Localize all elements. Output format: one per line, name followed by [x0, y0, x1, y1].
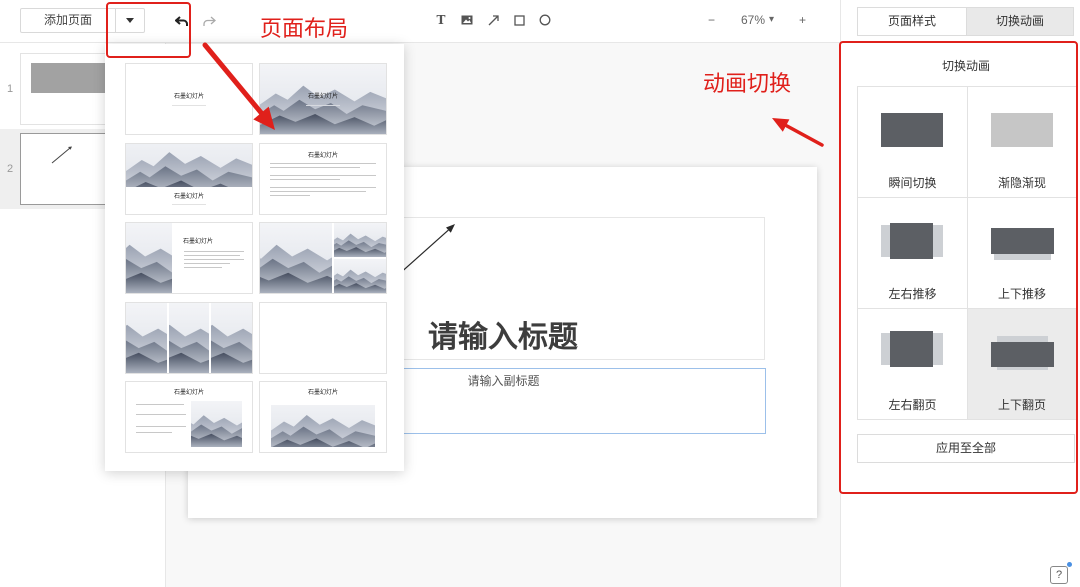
- slide-number: 1: [7, 83, 14, 95]
- text-line: [184, 259, 244, 260]
- layout-thumbnail[interactable]: [125, 302, 253, 374]
- mountain-image: [126, 303, 167, 373]
- rectangle-tool-icon[interactable]: [512, 12, 526, 28]
- layout-thumbnail-title: 石墨幻灯片: [173, 390, 204, 396]
- layout-thumbnail[interactable]: [259, 222, 387, 294]
- mountain-image: [191, 401, 242, 447]
- text-line: [136, 414, 186, 415]
- tab-transition[interactable]: 切换动画: [966, 7, 1074, 36]
- layout-popup: 石墨幻灯片 石墨幻灯片 石墨幻灯片 石墨幻灯片 石墨幻灯片 石墨幻灯片 石墨幻灯…: [105, 44, 404, 471]
- layout-thumbnail[interactable]: 石墨幻灯片: [259, 143, 387, 215]
- mountain-image: [334, 259, 386, 293]
- mountain-image: [334, 223, 386, 257]
- text-line: [306, 105, 340, 106]
- text-line: [172, 204, 206, 205]
- image-tool-icon[interactable]: [460, 12, 474, 28]
- layout-thumbnail-title: 石墨幻灯片: [307, 390, 338, 396]
- arrow-tool-icon[interactable]: [486, 12, 500, 28]
- annotation-layout-label: 页面布局: [260, 16, 349, 41]
- text-line: [136, 432, 172, 433]
- mountain-image: [211, 303, 252, 373]
- annotation-box-layout-dropdown: [106, 2, 191, 58]
- layout-thumbnail-blank[interactable]: [259, 302, 387, 374]
- redo-icon[interactable]: [202, 13, 216, 29]
- text-line: [136, 404, 184, 405]
- layout-thumbnail-title: 石墨幻灯片: [173, 194, 204, 200]
- mountain-image: [169, 303, 209, 373]
- annotation-box-transition-panel: [839, 41, 1078, 494]
- text-line: [184, 255, 240, 256]
- layout-thumbnail-title: 石墨幻灯片: [182, 239, 213, 245]
- layout-thumbnail[interactable]: 石墨幻灯片: [259, 63, 387, 135]
- text-line: [270, 175, 376, 176]
- zoom-caret-icon[interactable]: ▾: [769, 13, 774, 27]
- mountain-image: [260, 223, 332, 293]
- tab-page-style[interactable]: 页面样式: [857, 7, 967, 36]
- text-line: [270, 179, 340, 180]
- mountain-image: [271, 405, 375, 447]
- layout-thumbnail-title: 石墨幻灯片: [173, 94, 204, 100]
- layout-thumbnail[interactable]: 石墨幻灯片: [125, 381, 253, 453]
- layout-thumbnail[interactable]: 石墨幻灯片: [125, 143, 253, 215]
- text-line: [172, 105, 206, 106]
- layout-thumbnail[interactable]: 石墨幻灯片: [125, 63, 253, 135]
- add-page-button[interactable]: 添加页面: [20, 8, 116, 33]
- text-line: [270, 191, 366, 192]
- mountain-image: [126, 223, 172, 293]
- zoom-level[interactable]: 67%: [741, 13, 765, 27]
- text-line: [184, 251, 244, 252]
- text-line: [184, 263, 230, 264]
- ellipse-tool-icon[interactable]: [538, 12, 552, 28]
- layout-thumbnail-title: 石墨幻灯片: [307, 94, 338, 100]
- text-tool-icon[interactable]: T: [434, 12, 448, 28]
- zoom-out-button[interactable]: −: [708, 13, 715, 27]
- text-line: [184, 267, 222, 268]
- layout-thumbnail[interactable]: 石墨幻灯片: [259, 381, 387, 453]
- text-line: [136, 426, 186, 427]
- text-line: [270, 195, 310, 196]
- mountain-image: [126, 144, 252, 187]
- annotation-transition-label: 动画切换: [703, 71, 792, 96]
- slide-number: 2: [7, 163, 14, 175]
- text-line: [270, 167, 360, 168]
- notification-dot: [1067, 562, 1072, 567]
- text-line: [270, 163, 376, 164]
- zoom-in-button[interactable]: +: [799, 13, 806, 27]
- layout-thumbnail-title: 石墨幻灯片: [307, 153, 338, 159]
- layout-thumbnail[interactable]: 石墨幻灯片: [125, 222, 253, 294]
- help-icon[interactable]: ?: [1050, 566, 1068, 584]
- text-line: [270, 187, 376, 188]
